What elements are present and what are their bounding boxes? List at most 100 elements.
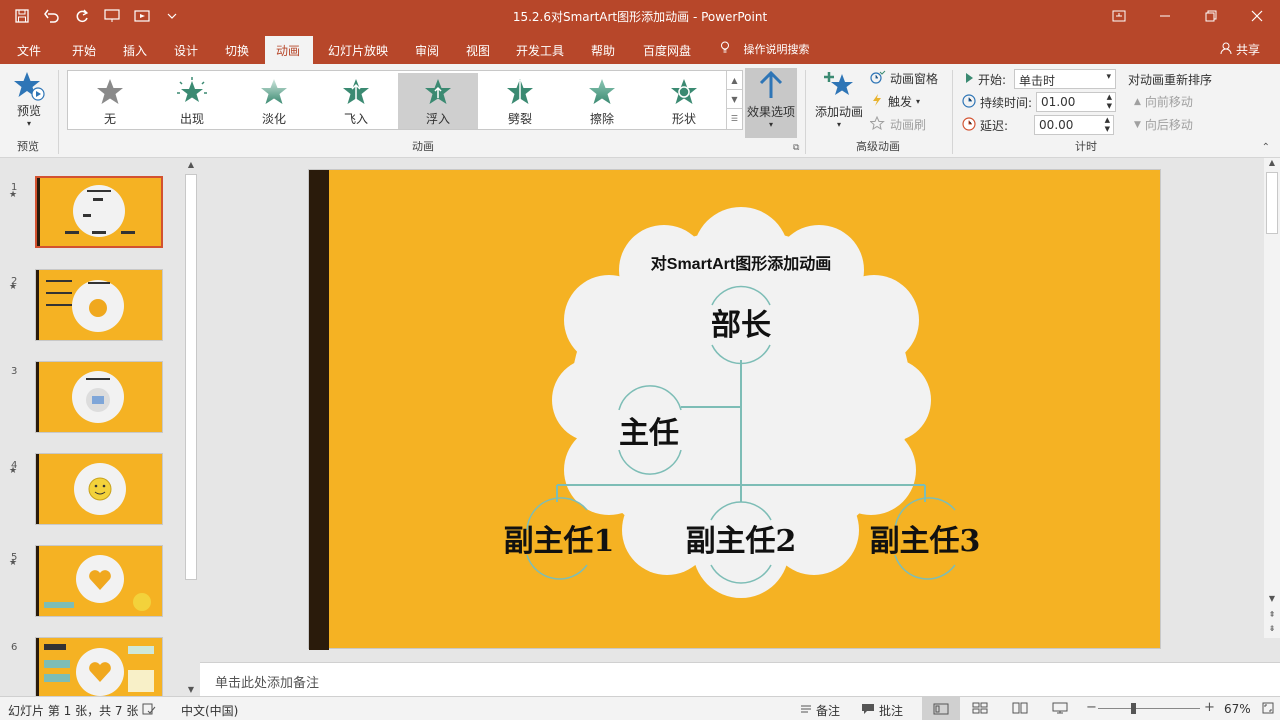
animation-shape[interactable]: 形状 — [644, 73, 724, 129]
chevron-down-icon: ▾ — [916, 97, 921, 106]
gallery-scroll: ▲ ▼ ☰ — [726, 71, 742, 129]
restore-icon[interactable] — [1188, 0, 1234, 32]
tab-file[interactable]: 文件 — [11, 36, 47, 64]
scroll-down-icon[interactable]: ▼ — [1264, 594, 1280, 603]
tab-help[interactable]: 帮助 — [585, 36, 621, 64]
animation-appear[interactable]: 出现 — [152, 73, 232, 129]
slide-thumb-1[interactable] — [35, 176, 163, 248]
chevron-down-icon: ▾ — [26, 119, 31, 128]
reading-view-icon[interactable] — [1012, 702, 1028, 717]
person-icon — [1220, 42, 1236, 57]
tab-insert[interactable]: 插入 — [117, 36, 153, 64]
add-star-icon — [822, 72, 856, 103]
slide-sorter-icon[interactable] — [972, 702, 988, 717]
ribbon-display-options-icon[interactable] — [1096, 0, 1142, 32]
share-button[interactable]: 共享 — [1220, 41, 1260, 58]
spin-icon[interactable]: ▲ ▼ — [1107, 93, 1112, 111]
move-earlier-button[interactable]: ▲ 向前移动 — [1134, 93, 1193, 110]
animation-fly-in[interactable]: 飞入 — [316, 73, 396, 129]
effect-options-button[interactable]: 效果选项 ▾ — [745, 68, 797, 138]
scroll-up-icon[interactable]: ▲ — [183, 160, 199, 169]
gallery-more-icon[interactable]: ☰ — [727, 109, 742, 128]
slide-info-text: 幻灯片 第 1 张，共 7 张 — [8, 704, 139, 718]
tab-baidu[interactable]: 百度网盘 — [637, 36, 697, 64]
node-director[interactable]: 主任 — [589, 408, 709, 452]
slide-thumbnail-pane: 1 ★ 2 ★ 3 4 ★ 5 ★ 6 ▲ ▼ — [0, 158, 200, 696]
slide-title[interactable]: 对SmartArt图形添加动画 — [609, 250, 873, 274]
current-slide[interactable]: 对SmartArt图形添加动画 部长 主任 副主任1 副主任2 副主任3 — [308, 169, 1161, 650]
animation-float-in[interactable]: 浮入 — [398, 73, 478, 129]
fit-slide-icon[interactable] — [1262, 702, 1274, 717]
tab-transitions[interactable]: 切换 — [219, 36, 255, 64]
slide-thumb-4[interactable] — [35, 453, 163, 525]
start-label: 开始: — [978, 72, 1007, 87]
triangle-down-icon: ▼ — [1134, 119, 1141, 130]
tab-review[interactable]: 审阅 — [409, 36, 445, 64]
animation-split[interactable]: 劈裂 — [480, 73, 560, 129]
notes-toggle[interactable]: 备注 — [800, 702, 840, 719]
comments-label: 批注 — [879, 704, 904, 718]
tell-me-box[interactable]: 操作说明搜索 — [720, 41, 810, 57]
gallery-down-icon[interactable]: ▼ — [727, 90, 742, 109]
start-select[interactable]: 单击时 ▾ — [1014, 69, 1117, 89]
document-title: 15.2.6对SmartArt图形添加动画 - PowerPoint — [512, 10, 768, 24]
preview-star-icon — [8, 70, 50, 102]
node-deputy-1[interactable]: 副主任1 — [479, 516, 639, 560]
tab-design[interactable]: 设计 — [168, 36, 204, 64]
slideshow-view-icon[interactable] — [1052, 702, 1068, 717]
node-deputy-2[interactable]: 副主任2 — [661, 516, 821, 560]
add-animation-button[interactable]: 添加动画 ▾ — [812, 70, 866, 129]
animation-label: 淡化 — [261, 112, 286, 126]
notes-pane[interactable]: 单击此处添加备注 — [200, 662, 1280, 696]
node-deputy-3[interactable]: 副主任3 — [845, 516, 1005, 560]
comment-icon — [861, 703, 875, 718]
dialog-launcher-icon[interactable]: ⧉ — [793, 143, 799, 153]
animation-wipe[interactable]: 擦除 — [562, 73, 642, 129]
normal-view-icon[interactable] — [922, 697, 960, 720]
zoom-slider-knob[interactable] — [1131, 703, 1136, 714]
trigger-label: 触发 — [888, 95, 913, 109]
minimize-icon[interactable] — [1142, 0, 1188, 32]
gallery-up-icon[interactable]: ▲ — [727, 71, 742, 90]
animation-pane-button[interactable]: 动画窗格 — [870, 70, 938, 87]
delay-input[interactable]: 00.00 ▲ ▼ — [1034, 115, 1115, 135]
zoom-level[interactable]: 67% — [1224, 702, 1251, 716]
animation-label: 劈裂 — [507, 112, 532, 126]
animation-painter-button[interactable]: 动画刷 — [869, 115, 926, 133]
slide-thumb-2[interactable] — [35, 269, 163, 341]
tab-slideshow[interactable]: 幻灯片放映 — [322, 36, 394, 64]
previous-slide-icon[interactable]: ⇞ — [1264, 610, 1280, 619]
spell-check-icon[interactable] — [142, 703, 156, 718]
scroll-thumb[interactable] — [185, 174, 197, 580]
duration-input[interactable]: 01.00 ▲ ▼ — [1036, 92, 1117, 112]
slide-thumb-5[interactable] — [35, 545, 163, 617]
move-later-button[interactable]: ▼ 向后移动 — [1134, 116, 1193, 133]
slide-scrollbar[interactable]: ▲ ▼ ⇞ ⇟ — [1264, 158, 1280, 638]
scroll-thumb[interactable] — [1266, 172, 1278, 234]
comments-toggle[interactable]: 批注 — [861, 702, 903, 719]
scroll-down-icon[interactable]: ▼ — [183, 685, 199, 694]
language-indicator[interactable]: 中文(中国) — [181, 702, 238, 719]
tab-home[interactable]: 开始 — [66, 36, 102, 64]
close-icon[interactable] — [1234, 0, 1280, 32]
thumbnail-scrollbar[interactable]: ▲ ▼ — [183, 160, 199, 694]
collapse-ribbon-icon[interactable]: ⌃ — [1262, 142, 1270, 153]
slide-thumb-3[interactable] — [35, 361, 163, 433]
next-slide-icon[interactable]: ⇟ — [1264, 624, 1280, 633]
scroll-up-icon[interactable]: ▲ — [1264, 158, 1280, 167]
zoom-slider[interactable] — [1098, 708, 1200, 709]
zoom-out-icon[interactable]: − — [1086, 700, 1097, 715]
trigger-button[interactable]: 触发 ▾ — [870, 93, 920, 110]
notes-label: 备注 — [816, 704, 841, 718]
slide-thumb-6[interactable] — [35, 637, 163, 696]
ribbon-tabs: 文件 开始 插入 设计 切换 动画 幻灯片放映 审阅 视图 开发工具 帮助 百度… — [0, 32, 1280, 64]
node-minister[interactable]: 部长 — [681, 300, 801, 344]
preview-button[interactable]: 预览 ▾ — [8, 70, 50, 128]
zoom-in-icon[interactable]: + — [1204, 700, 1215, 715]
tab-animations[interactable]: 动画 — [265, 36, 313, 64]
spin-icon[interactable]: ▲ ▼ — [1105, 116, 1110, 134]
animation-none[interactable]: 无 — [70, 73, 150, 129]
tab-developer[interactable]: 开发工具 — [510, 36, 570, 64]
tab-view[interactable]: 视图 — [460, 36, 496, 64]
animation-fade[interactable]: 淡化 — [234, 73, 314, 129]
